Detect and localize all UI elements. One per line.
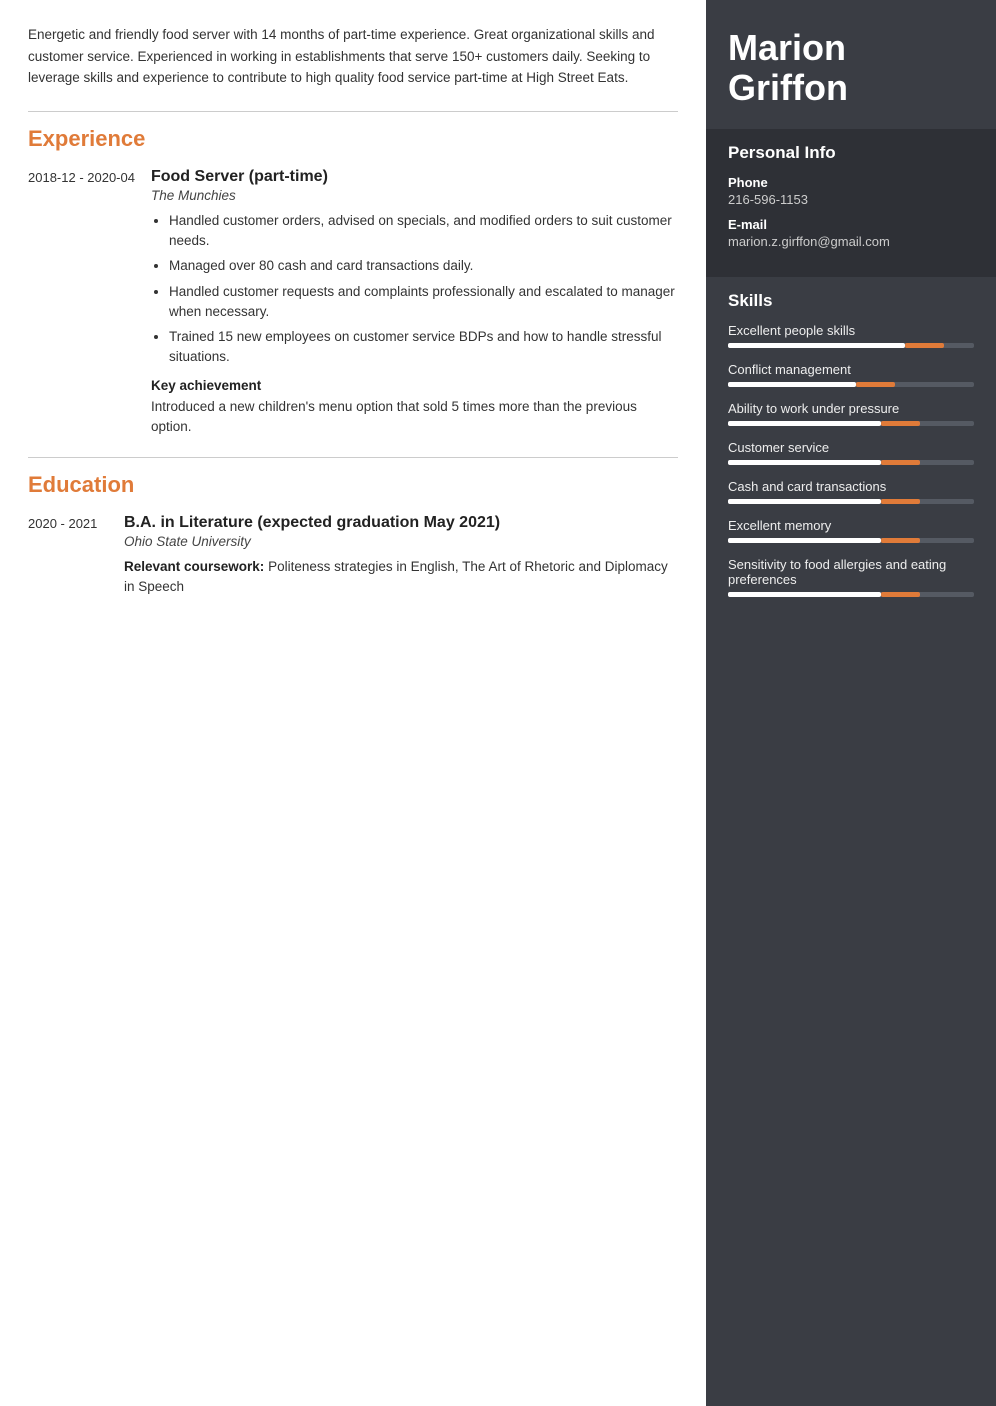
skill-name: Cash and card transactions: [728, 479, 974, 494]
first-name: Marion: [728, 28, 974, 68]
skill-name: Excellent people skills: [728, 323, 974, 338]
skill-bar-accent: [881, 421, 920, 426]
skill-bar-accent: [856, 382, 895, 387]
skills-list: Excellent people skills Conflict manageme…: [728, 323, 974, 597]
education-list: 2020 - 2021 B.A. in Literature (expected …: [28, 514, 678, 598]
last-name: Griffon: [728, 68, 974, 108]
skill-bar-background: [728, 421, 974, 426]
entry-bullets: Handled customer orders, advised on spec…: [151, 211, 678, 368]
resume-container: Energetic and friendly food server with …: [0, 0, 996, 1406]
skill-bar-accent: [881, 538, 920, 543]
skill-item: Cash and card transactions: [728, 479, 974, 504]
left-panel: Energetic and friendly food server with …: [0, 0, 706, 1406]
skill-item: Conflict management: [728, 362, 974, 387]
key-achievement-label: Key achievement: [151, 378, 678, 393]
skill-name: Ability to work under pressure: [728, 401, 974, 416]
skill-bar-fill: [728, 499, 881, 504]
right-panel: Marion Griffon Personal Info Phone 216-5…: [706, 0, 996, 1406]
skill-bar-background: [728, 499, 974, 504]
key-achievement-text: Introduced a new children's menu option …: [151, 397, 678, 438]
experience-list: 2018-12 - 2020-04Food Server (part-time)…: [28, 168, 678, 437]
edu-content: B.A. in Literature (expected graduation …: [124, 514, 678, 598]
experience-section-title: Experience: [28, 126, 678, 152]
edu-school: Ohio State University: [124, 534, 678, 549]
email-value: marion.z.girffon@gmail.com: [728, 234, 974, 249]
skill-name: Customer service: [728, 440, 974, 455]
experience-divider: [28, 111, 678, 112]
bullet-item: Handled customer requests and complaints…: [169, 282, 678, 323]
skill-bar-fill: [728, 382, 856, 387]
skill-bar-accent: [881, 499, 920, 504]
experience-entry: 2018-12 - 2020-04Food Server (part-time)…: [28, 168, 678, 437]
skill-item: Sensitivity to food allergies and eating…: [728, 557, 974, 597]
phone-label: Phone: [728, 175, 974, 190]
skill-item: Ability to work under pressure: [728, 401, 974, 426]
skill-bar-accent: [881, 460, 920, 465]
edu-date: 2020 - 2021: [28, 514, 108, 598]
education-section-title: Education: [28, 472, 678, 498]
skill-bar-fill: [728, 592, 881, 597]
skill-name: Excellent memory: [728, 518, 974, 533]
bullet-item: Managed over 80 cash and card transactio…: [169, 256, 678, 276]
personal-info-block: Personal Info Phone 216-596-1153 E-mail …: [706, 129, 996, 277]
name-block: Marion Griffon: [706, 0, 996, 129]
skill-item: Excellent people skills: [728, 323, 974, 348]
skill-bar-accent: [881, 592, 920, 597]
entry-company: The Munchies: [151, 188, 678, 203]
skill-bar-background: [728, 592, 974, 597]
skill-bar-background: [728, 382, 974, 387]
skill-bar-fill: [728, 421, 881, 426]
skill-name: Conflict management: [728, 362, 974, 377]
entry-content: Food Server (part-time) The Munchies Handl…: [151, 168, 678, 437]
skill-bar-background: [728, 460, 974, 465]
skill-bar-fill: [728, 460, 881, 465]
education-divider: [28, 457, 678, 458]
skill-bar-accent: [905, 343, 944, 348]
skills-title: Skills: [728, 291, 974, 311]
edu-title: B.A. in Literature (expected graduation …: [124, 514, 678, 532]
entry-date: 2018-12 - 2020-04: [28, 168, 135, 437]
skill-item: Customer service: [728, 440, 974, 465]
skill-bar-background: [728, 538, 974, 543]
skill-name: Sensitivity to food allergies and eating…: [728, 557, 974, 587]
bullet-item: Trained 15 new employees on customer ser…: [169, 327, 678, 368]
entry-title: Food Server (part-time): [151, 168, 678, 186]
summary-text: Energetic and friendly food server with …: [28, 24, 678, 89]
relevant-coursework: Relevant coursework: Politeness strategi…: [124, 557, 678, 598]
skill-item: Excellent memory: [728, 518, 974, 543]
phone-value: 216-596-1153: [728, 192, 974, 207]
bullet-item: Handled customer orders, advised on spec…: [169, 211, 678, 252]
education-entry: 2020 - 2021 B.A. in Literature (expected …: [28, 514, 678, 598]
personal-info-title: Personal Info: [728, 143, 974, 163]
email-label: E-mail: [728, 217, 974, 232]
skill-bar-fill: [728, 343, 905, 348]
skills-block: Skills Excellent people skills Conflict m…: [706, 277, 996, 629]
skill-bar-background: [728, 343, 974, 348]
skill-bar-fill: [728, 538, 881, 543]
